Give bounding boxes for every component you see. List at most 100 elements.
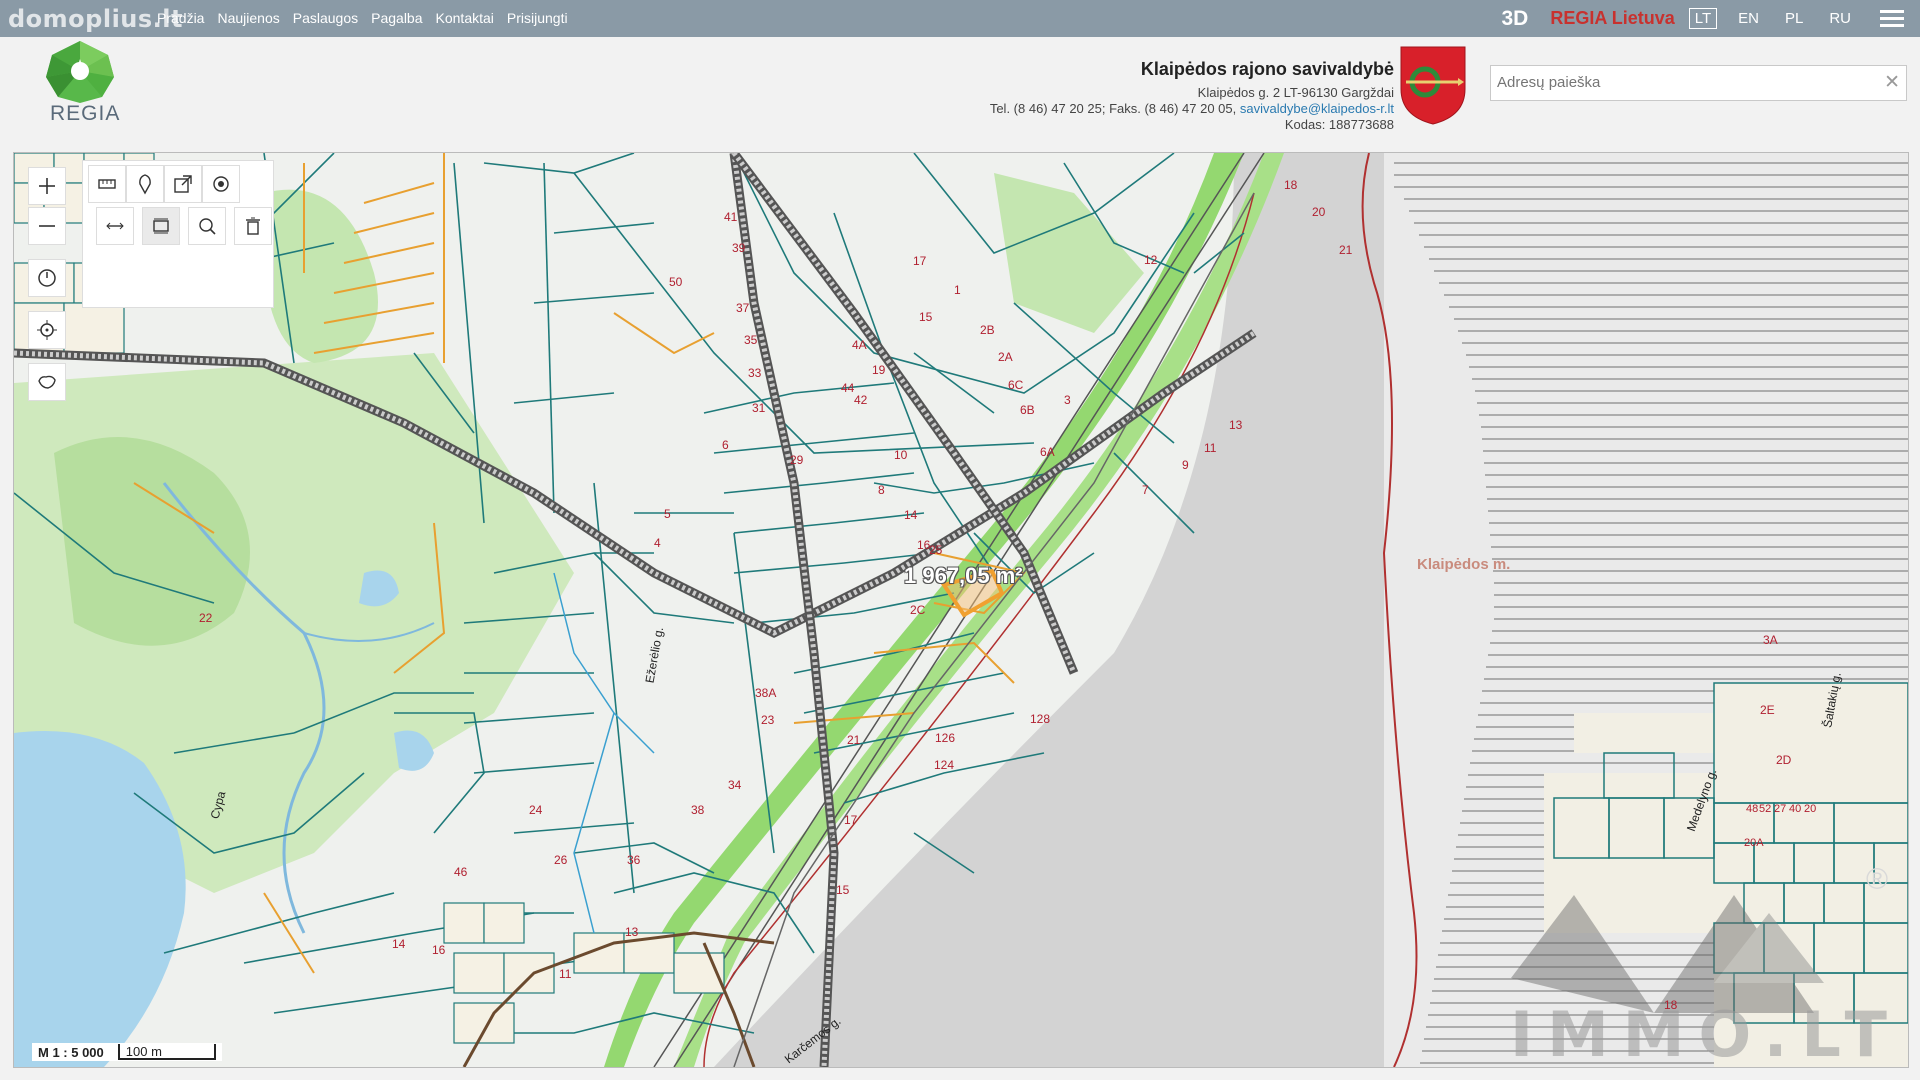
map-view[interactable]: 1 967,05 m² Klaipėdos m. 41 39 37 35 33 …: [13, 152, 1909, 1068]
lithuania-map-icon: [38, 375, 56, 389]
marker-button[interactable]: [126, 165, 164, 203]
search-input[interactable]: [1491, 66, 1873, 98]
plot-number: 2B: [980, 323, 995, 337]
lithuania-extent-button[interactable]: [28, 363, 66, 401]
zoom-in-button[interactable]: [28, 167, 66, 205]
locate-button[interactable]: [28, 311, 66, 349]
delete-button[interactable]: [234, 207, 272, 245]
target-button[interactable]: [202, 165, 240, 203]
page-header: REGIA Klaipėdos rajono savivaldybė Klaip…: [0, 37, 1920, 150]
ruler-button[interactable]: [88, 165, 126, 203]
nav-item-kontaktai[interactable]: Kontaktai: [436, 10, 494, 26]
plot-number: 44: [841, 381, 855, 395]
plot-number: 34: [728, 778, 742, 792]
identify-icon: [199, 218, 216, 235]
plot-number: 13: [625, 925, 639, 939]
plot-number: 3: [1064, 393, 1071, 407]
main-nav: Pradžia Naujienos Paslaugos Pagalba Kont…: [157, 10, 568, 26]
zoom-out-button[interactable]: [28, 207, 66, 245]
cadastral-map[interactable]: [14, 153, 1908, 1067]
marker-icon: [139, 174, 151, 195]
nav-item-pradzia[interactable]: Pradžia: [157, 10, 204, 26]
lang-ru[interactable]: RU: [1824, 9, 1856, 28]
municipality-info: Klaipėdos rajono savivaldybė Klaipėdos g…: [990, 59, 1394, 133]
search-clear-icon[interactable]: ✕: [1884, 71, 1900, 94]
plot-number: 27: [1774, 803, 1787, 815]
plot-number: 21: [1339, 243, 1353, 257]
plot-number: 7: [1142, 483, 1149, 497]
ruler-icon: [98, 179, 116, 189]
plot-number: 13: [1229, 418, 1243, 432]
plot-number: 6: [722, 438, 729, 452]
3d-button[interactable]: 3D: [1502, 7, 1529, 31]
top-bar: domoplius.lt Pradžia Naujienos Paslaugos…: [0, 0, 1920, 37]
identify-button[interactable]: [188, 207, 226, 245]
plot-number: 11: [1204, 441, 1217, 455]
plot-number: 41: [724, 210, 738, 224]
plot-number: 11: [559, 967, 572, 981]
municipality-email[interactable]: savivaldybe@klaipedos-r.lt: [1240, 101, 1394, 116]
share-button[interactable]: [164, 165, 202, 203]
municipality-code: Kodas: 188773688: [1284, 117, 1394, 132]
plot-number: 26: [554, 853, 568, 867]
plot-number: 10: [894, 448, 908, 462]
plot-number: 4: [654, 536, 661, 550]
plot-number: 16: [432, 943, 446, 957]
plot-number: 2C: [910, 603, 926, 617]
plot-number: 126: [935, 731, 956, 745]
plot-number: 22: [199, 611, 213, 625]
nav-item-paslaugos[interactable]: Paslaugos: [293, 10, 358, 26]
measure-distance-icon: [106, 222, 124, 230]
lang-lt[interactable]: LT: [1688, 8, 1718, 29]
history-icon: [38, 269, 56, 287]
plot-number: 38: [691, 803, 705, 817]
nav-item-naujienos[interactable]: Naujienos: [217, 10, 279, 26]
share-icon: [174, 175, 192, 193]
municipality-contacts: Tel. (8 46) 47 20 25; Faks. (8 46) 47 20…: [990, 101, 1394, 117]
lang-en[interactable]: EN: [1733, 9, 1764, 28]
area-measurement-label: 1 967,05 m²: [904, 563, 1023, 588]
plot-number: 5: [664, 507, 671, 521]
regia-lietuva-link[interactable]: REGIA Lietuva: [1550, 8, 1674, 29]
plot-number: 15: [919, 310, 933, 324]
plot-number: 20A: [1744, 837, 1764, 849]
plot-number: 46: [454, 865, 468, 879]
plot-number: 39: [732, 241, 746, 255]
municipality-name: Klaipėdos rajono savivaldybė: [1140, 59, 1394, 79]
menu-icon[interactable]: [1880, 6, 1904, 31]
plot-number: 15: [836, 883, 850, 897]
address-search: ✕: [1490, 65, 1907, 101]
immo-watermark: IMMO.LT: [1510, 998, 1901, 1068]
plot-number: 33: [748, 366, 762, 380]
plot-number: 4A: [852, 338, 867, 352]
plot-number: 40: [1789, 803, 1802, 815]
plot-number: 6B: [1020, 403, 1035, 417]
plot-number: 9: [1182, 458, 1189, 472]
plot-number: 128: [1030, 712, 1051, 726]
plot-number: 38A: [755, 686, 777, 700]
plot-number: 20: [1312, 205, 1326, 219]
trash-icon: [246, 217, 260, 235]
plot-number: 20: [1804, 803, 1817, 815]
plot-number: 14: [904, 508, 918, 522]
zoom-in-icon: [39, 178, 55, 194]
nav-item-pagalba[interactable]: Pagalba: [371, 10, 422, 26]
history-button[interactable]: [28, 259, 66, 297]
scale-bar: 100 m: [117, 1044, 216, 1060]
plot-number: 42: [854, 393, 868, 407]
plot-number: 2D: [1776, 753, 1792, 767]
plot-number: 17: [844, 813, 858, 827]
plot-number: 23: [761, 713, 775, 727]
plot-number: 6C: [1008, 378, 1024, 392]
nav-item-prisijungti[interactable]: Prisijungti: [507, 10, 568, 26]
lang-pl[interactable]: PL: [1780, 9, 1808, 28]
target-icon: [213, 176, 229, 192]
city-label: Klaipėdos m.: [1417, 556, 1511, 573]
measure-area-button[interactable]: [142, 207, 180, 245]
plot-number: 6A: [1040, 445, 1055, 459]
plot-number: 24: [529, 803, 543, 817]
plot-number: 8: [878, 483, 885, 497]
plot-number: 35: [744, 333, 758, 347]
plot-number: 3A: [1763, 633, 1778, 647]
measure-distance-button[interactable]: [96, 207, 134, 245]
